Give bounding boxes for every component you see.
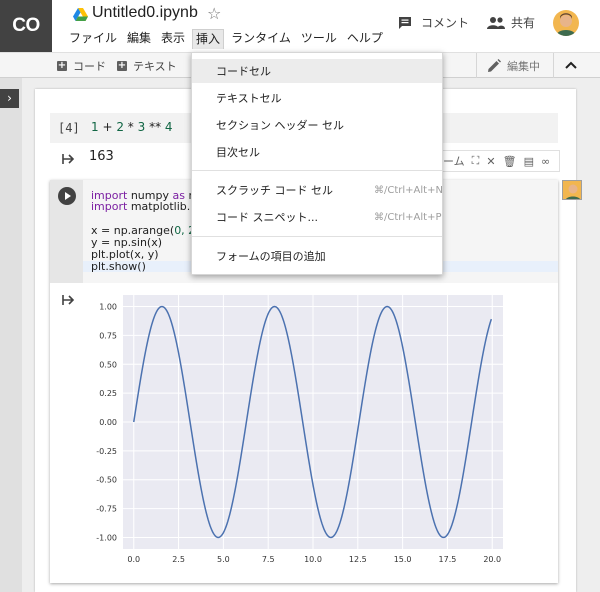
add-text-label: テキスト [133, 60, 177, 73]
menu-item-text-cell[interactable]: テキストセル [192, 86, 442, 110]
cell-4-code[interactable]: 1 + 2 * 3 ** 4 [91, 120, 173, 134]
link-icon[interactable]: ∞ [541, 155, 550, 168]
left-rail [0, 78, 22, 592]
menu-bar: ファイル 編集 表示 挿入 ランタイム ツール ヘルプ [66, 29, 390, 49]
pencil-icon [488, 58, 501, 72]
code-token: * [123, 120, 138, 134]
menu-item-label: フォームの項目の追加 [216, 250, 326, 263]
user-photo-icon [556, 13, 576, 36]
menu-item-code-snippets[interactable]: コード スニペット... ⌘/Ctrl+Alt+P [192, 205, 442, 229]
add-code-label: コード [73, 60, 106, 73]
people-icon [487, 16, 505, 29]
edit-mode-button[interactable]: 編集中 [476, 53, 554, 78]
avatar [562, 180, 582, 200]
menu-divider [192, 170, 442, 171]
code-token: 1 [91, 120, 99, 134]
comment-label: コメント [421, 16, 470, 30]
cell-4-output: 163 [89, 149, 114, 164]
menu-help[interactable]: ヘルプ [344, 29, 386, 49]
keyword: import [91, 200, 128, 213]
insert-menu: コードセル テキストセル セクション ヘッダー セル 目次セル スクラッチ コー… [191, 52, 443, 275]
output-arrow-icon [62, 154, 75, 164]
close-icon[interactable]: ✕ [486, 155, 495, 168]
plus-icon: + [57, 60, 67, 71]
edit-mode-label: 編集中 [507, 59, 540, 73]
code-line-2: import matplotlib.p [91, 201, 197, 212]
chevron-up-icon[interactable] [564, 58, 578, 72]
share-button[interactable]: 共有 [487, 14, 535, 31]
comment-icon [399, 16, 411, 29]
form-label[interactable]: ーム [443, 153, 465, 169]
notebook-title[interactable]: Untitled0.ipynb [92, 4, 198, 22]
menu-item-label: 目次セル [216, 146, 260, 159]
menu-runtime[interactable]: ランタイム [228, 29, 294, 49]
menu-item-section-header-cell[interactable]: セクション ヘッダー セル [192, 113, 442, 137]
code-line-4: y = np.sin(x) [91, 236, 163, 249]
menu-divider [192, 236, 442, 237]
plus-icon: + [117, 60, 127, 71]
menu-item-add-form-field[interactable]: フォームの項目の追加 [192, 244, 442, 268]
code-token: 4 [164, 120, 173, 134]
cell-toolbar: ーム ⛶ ✕ 🗑 ▤ ∞ [440, 150, 560, 172]
avatar[interactable] [553, 10, 579, 36]
execution-count: [4] [58, 121, 80, 135]
delete-icon[interactable]: 🗑 [503, 155, 517, 168]
menu-view[interactable]: 表示 [158, 29, 188, 49]
menu-edit[interactable]: 編集 [124, 29, 154, 49]
expand-icon[interactable]: ⛶ [472, 154, 480, 168]
code-line-3: x = np.arange(0, 20 [91, 225, 202, 236]
plot-area [123, 295, 503, 549]
chevron-right-icon[interactable]: › [0, 89, 19, 108]
menu-item-label: セクション ヘッダー セル [216, 119, 344, 132]
menu-item-shortcut: ⌘/Ctrl+Alt+N [374, 184, 443, 196]
menu-file[interactable]: ファイル [66, 29, 120, 49]
code-text: matplotlib.p [127, 200, 198, 213]
menu-item-label: テキストセル [216, 92, 282, 105]
output-arrow-icon [62, 295, 75, 305]
menu-item-toc-cell[interactable]: 目次セル [192, 140, 442, 164]
user-photo-icon [565, 184, 581, 199]
menu-item-scratch-code-cell[interactable]: スクラッチ コード セル ⌘/Ctrl+Alt+N [192, 178, 443, 202]
menu-insert[interactable]: 挿入 [192, 29, 225, 49]
code-line-5: plt.plot(x, y) [91, 248, 159, 261]
menu-tools[interactable]: ツール [298, 29, 340, 49]
code-token: 2 [116, 120, 124, 134]
comment-icon[interactable]: ▤ [524, 155, 534, 168]
add-text-button[interactable]: + テキスト [117, 58, 177, 74]
add-code-button[interactable]: + コード [57, 58, 106, 74]
code-token: ** [145, 120, 165, 134]
code-token: + [98, 120, 117, 134]
code-line-6: plt.show() [91, 260, 146, 273]
menu-item-code-cell[interactable]: コードセル [192, 59, 442, 83]
menu-item-label: スクラッチ コード セル [216, 184, 333, 197]
menu-item-label: コード スニペット... [216, 211, 318, 224]
app-header: CO Untitled0.ipynb ☆ ファイル 編集 表示 挿入 ランタイム… [0, 0, 600, 52]
menu-item-shortcut: ⌘/Ctrl+Alt+P [374, 211, 442, 223]
share-label: 共有 [511, 16, 536, 30]
colab-logo[interactable]: CO [0, 0, 52, 52]
menu-item-label: コードセル [216, 65, 271, 78]
run-cell-button[interactable] [58, 187, 76, 205]
comment-button[interactable]: コメント [398, 14, 469, 31]
star-icon[interactable]: ☆ [207, 4, 221, 23]
google-drive-icon [73, 8, 88, 21]
